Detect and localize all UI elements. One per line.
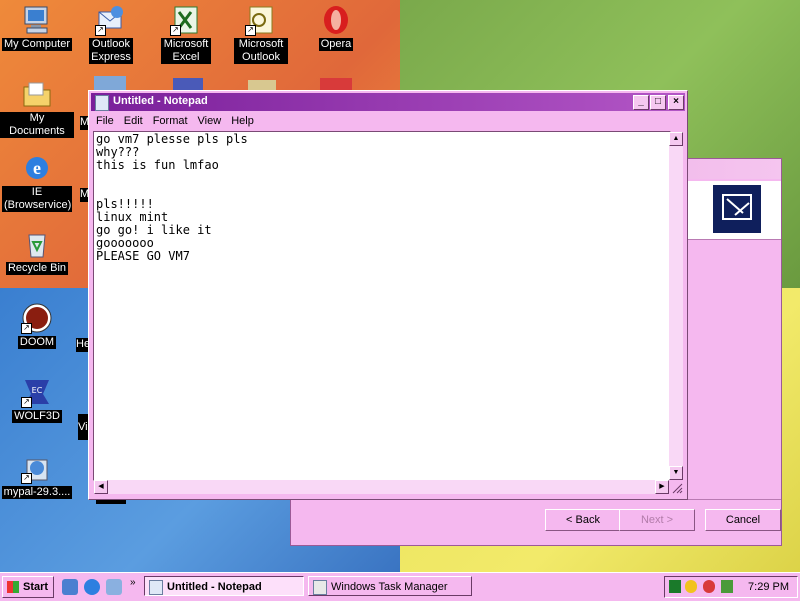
wolf3d-icon: EC ↗ [21,376,53,408]
desktop-icon-wolf3d[interactable]: EC ↗ WOLF3D [0,376,74,423]
menu-view[interactable]: View [193,112,227,130]
outlook-icon: ↗ [245,4,277,36]
hidden-icon [320,78,352,90]
horizontal-scrollbar[interactable]: ◀ ▶ [94,480,669,494]
cancel-button[interactable]: Cancel [705,509,781,531]
hidden-icon [173,78,203,90]
menu-edit[interactable]: Edit [119,112,148,130]
cpu-meter-icon[interactable] [669,580,681,593]
shortcut-arrow-icon: ↗ [21,397,32,408]
desktop: My Computer ↗ Outlook Express ↗ Microsof… [0,0,800,572]
system-tray: 7:29 PM [664,576,798,598]
excel-icon: ↗ [170,4,202,36]
taskbar: Start » Untitled - Notepad Windows Task … [0,572,800,601]
desktop-icon-doom[interactable]: ↗ DOOM [0,302,74,349]
internet-explorer-icon: e [21,152,53,184]
hidden-icon [94,76,126,90]
scroll-up-icon[interactable]: ▲ [669,132,683,146]
document-text[interactable]: go vm7 plesse pls pls why??? this is fun… [96,133,248,263]
recycle-bin-icon [21,228,53,260]
svg-text:e: e [33,158,41,178]
mypal-installer-icon: ↗ [21,452,53,484]
text-editor-area[interactable]: go vm7 plesse pls pls why??? this is fun… [93,131,671,481]
hidden-icon [248,80,276,90]
taskbar-item-notepad[interactable]: Untitled - Notepad [144,576,304,596]
shortcut-arrow-icon: ↗ [21,473,32,484]
notepad-icon [95,95,109,111]
folder-icon [21,78,53,110]
shortcut-arrow-icon: ↗ [245,25,256,36]
desktop-icon-ie[interactable]: e IE (Browservice) [0,152,74,212]
shortcut-arrow-icon: ↗ [170,25,181,36]
outlook-express-icon[interactable] [106,579,122,595]
close-button[interactable]: × [668,95,684,110]
start-button[interactable]: Start [2,576,54,598]
menu-help[interactable]: Help [226,112,259,130]
taskbar-item-task-manager[interactable]: Windows Task Manager [308,576,472,596]
minimize-button[interactable]: _ [633,95,649,110]
computer-icon [21,4,53,36]
menu-file[interactable]: File [91,112,119,130]
windows-logo-icon [7,581,19,593]
partial-icon-label: M [80,116,90,130]
security-shield-icon[interactable] [685,580,697,593]
maximize-button[interactable]: □ [650,95,666,110]
desktop-icon-my-computer[interactable]: My Computer [0,4,74,51]
menu-format[interactable]: Format [148,112,193,130]
desktop-icon-recycle-bin[interactable]: Recycle Bin [0,228,74,275]
desktop-icon-microsoft-outlook[interactable]: ↗ Microsoft Outlook [224,4,298,64]
clock: 7:29 PM [748,581,789,593]
task-manager-icon [313,580,327,595]
desktop-icon-mypal[interactable]: ↗ mypal-29.3.... [0,452,74,499]
next-button[interactable]: Next > [619,509,695,531]
desktop-icon-microsoft-excel[interactable]: ↗ Microsoft Excel [149,4,223,64]
wizard-setup-icon [713,185,761,233]
scroll-right-icon[interactable]: ▶ [655,480,669,494]
quick-launch-chevron-icon[interactable]: » [130,577,136,588]
svg-text:EC: EC [32,386,43,395]
menu-bar: File Edit Format View Help [91,112,685,130]
opera-icon [320,4,352,36]
notepad-icon [149,580,163,595]
shortcut-arrow-icon: ↗ [95,25,106,36]
desktop-icon-my-documents[interactable]: My Documents [0,78,74,138]
internet-explorer-icon[interactable] [84,579,100,595]
doom-icon: ↗ [21,302,53,334]
window-title: Untitled - Notepad [113,95,208,107]
partial-icon-label: M [80,188,90,202]
vertical-scrollbar[interactable]: ▲ ▼ [669,132,683,480]
partial-icon-label: Vi [78,414,88,440]
scroll-left-icon[interactable]: ◀ [94,480,108,494]
show-desktop-icon[interactable] [62,579,78,595]
network-icon[interactable] [721,580,733,593]
back-button[interactable]: < Back [545,509,621,531]
antivirus-icon[interactable] [703,580,715,593]
scroll-down-icon[interactable]: ▼ [669,466,683,480]
mail-icon: ↗ [95,4,127,36]
partial-icon-label: He [76,338,91,352]
notepad-window[interactable]: Untitled - Notepad _ □ × File Edit Format V… [88,90,688,500]
desktop-icon-outlook-express[interactable]: ↗ Outlook Express [74,4,148,64]
shortcut-arrow-icon: ↗ [21,323,32,334]
desktop-icon-opera[interactable]: Opera [299,4,373,51]
notepad-titlebar[interactable]: Untitled - Notepad _ □ × [91,93,685,111]
resize-grip-icon[interactable] [669,480,683,494]
